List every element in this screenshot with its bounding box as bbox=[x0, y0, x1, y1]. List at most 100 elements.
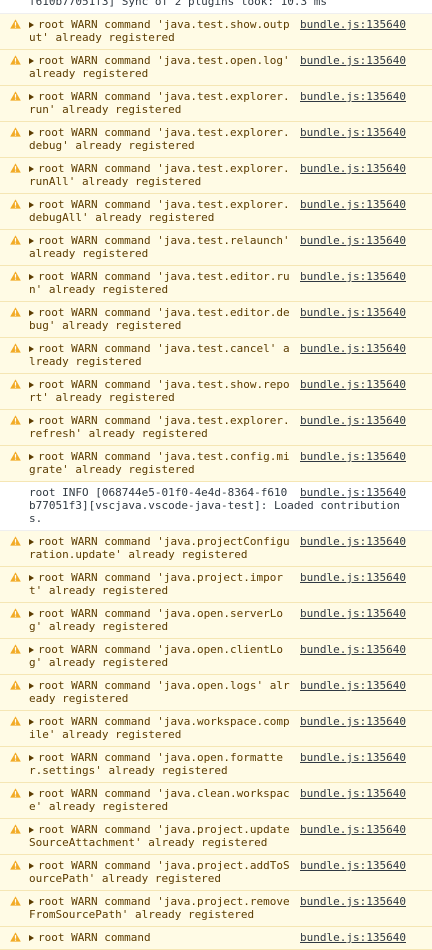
expand-triangle-icon[interactable] bbox=[29, 647, 34, 653]
source-link[interactable]: bundle.js:135640 bbox=[300, 414, 406, 427]
warning-icon bbox=[10, 896, 21, 906]
console-message-text: root WARN command 'java.test.show.output… bbox=[29, 18, 290, 44]
source-link[interactable]: bundle.js:135640 bbox=[300, 234, 406, 247]
source-link[interactable]: bundle.js:135640 bbox=[300, 571, 406, 584]
expand-triangle-icon[interactable] bbox=[29, 202, 34, 208]
expand-triangle-icon[interactable] bbox=[29, 791, 34, 797]
expand-triangle-icon[interactable] bbox=[29, 683, 34, 689]
expand-triangle-icon[interactable] bbox=[29, 274, 34, 280]
warning-icon bbox=[10, 536, 21, 546]
warning-icon bbox=[10, 235, 21, 245]
source-link[interactable]: bundle.js:135640 bbox=[300, 450, 406, 463]
console-warning-row: bundle.js:135640 root WARN command 'java.… bbox=[0, 855, 432, 891]
console-warning-row: bundle.js:135640 root WARN command 'java.… bbox=[0, 410, 432, 446]
source-link[interactable]: bundle.js:135640 bbox=[300, 607, 406, 620]
expand-triangle-icon[interactable] bbox=[29, 719, 34, 725]
source-link[interactable]: bundle.js:135640 bbox=[300, 378, 406, 391]
console-message-text: root WARN command 'java.test.explorer.ru… bbox=[29, 90, 290, 116]
console-warning-row: bundle.js:135640 root WARN command 'java.… bbox=[0, 86, 432, 122]
console-warning-row: bundle.js:135640 root WARN command 'java.… bbox=[0, 711, 432, 747]
source-link[interactable]: bundle.js:135640 bbox=[300, 18, 406, 31]
source-link[interactable]: bundle.js:135640 bbox=[300, 643, 406, 656]
expand-triangle-icon[interactable] bbox=[29, 575, 34, 581]
warning-icon bbox=[10, 680, 21, 690]
console-warning-row: bundle.js:135640 root WARN command 'java.… bbox=[0, 747, 432, 783]
console-message-text: root WARN command 'java.test.explorer.ru… bbox=[29, 162, 290, 188]
expand-triangle-icon[interactable] bbox=[29, 454, 34, 460]
warning-icon bbox=[10, 163, 21, 173]
console-message-text: root WARN command 'java.open.formatter.s… bbox=[29, 751, 284, 777]
source-link[interactable]: bundle.js:135640 bbox=[300, 751, 406, 764]
expand-triangle-icon[interactable] bbox=[29, 58, 34, 64]
source-link[interactable]: bundle.js:135640 bbox=[300, 54, 406, 67]
console-warning-row: bundle.js:135640 root WARN command 'java.… bbox=[0, 603, 432, 639]
console-message-text: root WARN command 'java.project.removeFr… bbox=[29, 895, 290, 921]
console-messages[interactable]: f610b77051f3] Sync of 2 plugins took: 10… bbox=[0, 0, 432, 950]
console-message-partial: f610b77051f3] Sync of 2 plugins took: 10… bbox=[0, 0, 432, 14]
console-message-text: root WARN command 'java.test.editor.debu… bbox=[29, 306, 290, 332]
source-link[interactable]: bundle.js:135640 bbox=[300, 126, 406, 139]
console-warning-row: bundle.js:135640 root WARN command 'java.… bbox=[0, 230, 432, 266]
source-link[interactable]: bundle.js:135640 bbox=[300, 895, 406, 908]
console-warning-row: bundle.js:135640 root WARN command 'java.… bbox=[0, 819, 432, 855]
expand-triangle-icon[interactable] bbox=[29, 863, 34, 869]
expand-triangle-icon[interactable] bbox=[29, 310, 34, 316]
expand-triangle-icon[interactable] bbox=[29, 827, 34, 833]
console-warning-row: bundle.js:135640 root WARN command 'java.… bbox=[0, 194, 432, 230]
source-link[interactable]: bundle.js:135640 bbox=[300, 162, 406, 175]
console-message-text: root WARN command 'java.project.import' … bbox=[29, 571, 284, 597]
source-link[interactable]: bundle.js:135640 bbox=[300, 931, 406, 944]
console-message-text: root WARN command 'java.workspace.compil… bbox=[29, 715, 290, 741]
source-link[interactable]: bundle.js:135640 bbox=[300, 535, 406, 548]
warning-icon bbox=[10, 932, 21, 942]
source-link[interactable]: bundle.js:135640 bbox=[300, 715, 406, 728]
source-link[interactable]: bundle.js:135640 bbox=[300, 90, 406, 103]
expand-triangle-icon[interactable] bbox=[29, 899, 34, 905]
console-warning-row: bundle.js:135640 root WARN command 'java.… bbox=[0, 122, 432, 158]
expand-triangle-icon[interactable] bbox=[29, 755, 34, 761]
console-message-text: root WARN command 'java.test.editor.run'… bbox=[29, 270, 290, 296]
console-warning-row: bundle.js:135640 root WARN command bbox=[0, 927, 432, 950]
source-link[interactable]: bundle.js:135640 bbox=[300, 198, 406, 211]
expand-triangle-icon[interactable] bbox=[29, 611, 34, 617]
source-link[interactable]: bundle.js:135640 bbox=[300, 859, 406, 872]
warning-icon bbox=[10, 716, 21, 726]
console-warning-row: bundle.js:135640 root WARN command 'java.… bbox=[0, 14, 432, 50]
warning-icon bbox=[10, 199, 21, 209]
expand-triangle-icon[interactable] bbox=[29, 238, 34, 244]
expand-triangle-icon[interactable] bbox=[29, 539, 34, 545]
source-link[interactable]: bundle.js:135640 bbox=[300, 342, 406, 355]
console-warning-row: bundle.js:135640 root WARN command 'java.… bbox=[0, 639, 432, 675]
console-message-text: root WARN command 'java.test.explorer.de… bbox=[29, 126, 290, 152]
console-warning-row: bundle.js:135640 root WARN command 'java.… bbox=[0, 783, 432, 819]
expand-triangle-icon[interactable] bbox=[29, 166, 34, 172]
source-link[interactable]: bundle.js:135640 bbox=[300, 679, 406, 692]
source-link[interactable]: bundle.js:135640 bbox=[300, 270, 406, 283]
console-message-text: root WARN command 'java.test.explorer.re… bbox=[29, 414, 290, 440]
console-warning-row: bundle.js:135640 root WARN command 'java.… bbox=[0, 531, 432, 567]
expand-triangle-icon[interactable] bbox=[29, 94, 34, 100]
console-message-text: root WARN command 'java.clean.workspace'… bbox=[29, 787, 290, 813]
source-link[interactable]: bundle.js:135640 bbox=[300, 486, 406, 499]
source-link[interactable]: bundle.js:135640 bbox=[300, 787, 406, 800]
expand-triangle-icon[interactable] bbox=[29, 346, 34, 352]
console-warning-row: bundle.js:135640 root WARN command 'java.… bbox=[0, 374, 432, 410]
warning-icon bbox=[10, 860, 21, 870]
warning-icon bbox=[10, 415, 21, 425]
source-link[interactable]: bundle.js:135640 bbox=[300, 823, 406, 836]
source-link[interactable]: bundle.js:135640 bbox=[300, 306, 406, 319]
warning-icon bbox=[10, 644, 21, 654]
expand-triangle-icon[interactable] bbox=[29, 418, 34, 424]
console-warning-row: bundle.js:135640 root WARN command 'java.… bbox=[0, 891, 432, 927]
expand-triangle-icon[interactable] bbox=[29, 935, 34, 941]
console-warning-row: bundle.js:135640 root WARN command 'java.… bbox=[0, 567, 432, 603]
expand-triangle-icon[interactable] bbox=[29, 382, 34, 388]
expand-triangle-icon[interactable] bbox=[29, 130, 34, 136]
console-message-text: root WARN command 'java.test.cancel' alr… bbox=[29, 342, 290, 368]
warning-icon bbox=[10, 55, 21, 65]
warning-icon bbox=[10, 343, 21, 353]
console-message-text: root WARN command 'java.test.show.report… bbox=[29, 378, 290, 404]
warning-icon bbox=[10, 788, 21, 798]
console-message-text: root WARN command 'java.test.explorer.de… bbox=[29, 198, 290, 224]
expand-triangle-icon[interactable] bbox=[29, 22, 34, 28]
